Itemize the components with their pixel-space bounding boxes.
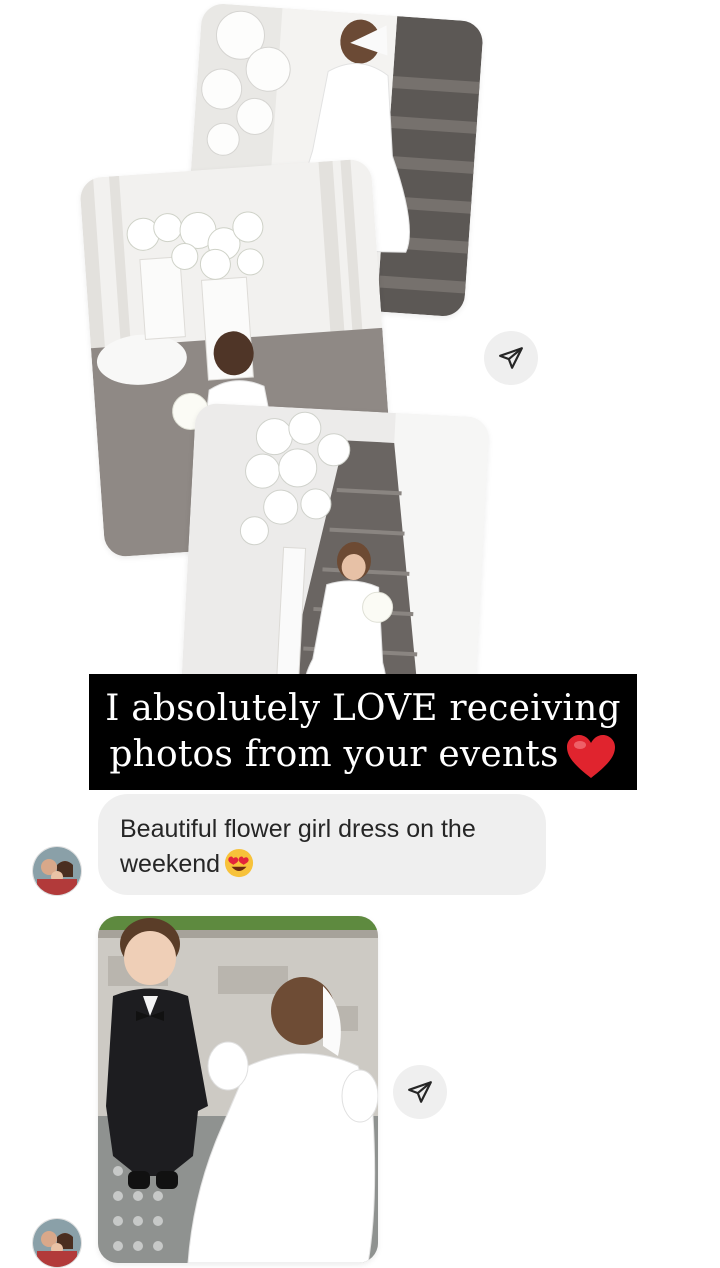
message-bubble[interactable]: Beautiful flower girl dress on the weeke… (98, 794, 546, 895)
photo-girl-on-stairs[interactable] (180, 402, 490, 718)
caption-line-2: photos from your events (89, 732, 637, 780)
heart-eyes-emoji-icon (225, 848, 254, 878)
caption-line-1: I absolutely LOVE receiving (105, 688, 621, 729)
avatar[interactable] (32, 1218, 82, 1268)
story-caption: I absolutely LOVE receiving photos from … (89, 674, 637, 790)
caption-line-2-text: photos from your events (109, 734, 559, 775)
avatar-image (33, 847, 81, 895)
avatar-image (33, 1219, 81, 1267)
avatar[interactable] (32, 846, 82, 896)
photo-boy-tuxedo-and-flower-girl[interactable] (98, 916, 378, 1263)
heart-icon (566, 735, 615, 778)
send-icon (408, 1081, 432, 1103)
photo-image (98, 916, 378, 1263)
share-button[interactable] (484, 331, 538, 385)
photo-image (180, 402, 490, 718)
send-icon (499, 347, 523, 369)
message-text: Beautiful flower girl dress on the weeke… (120, 815, 476, 878)
share-button[interactable] (393, 1065, 447, 1119)
